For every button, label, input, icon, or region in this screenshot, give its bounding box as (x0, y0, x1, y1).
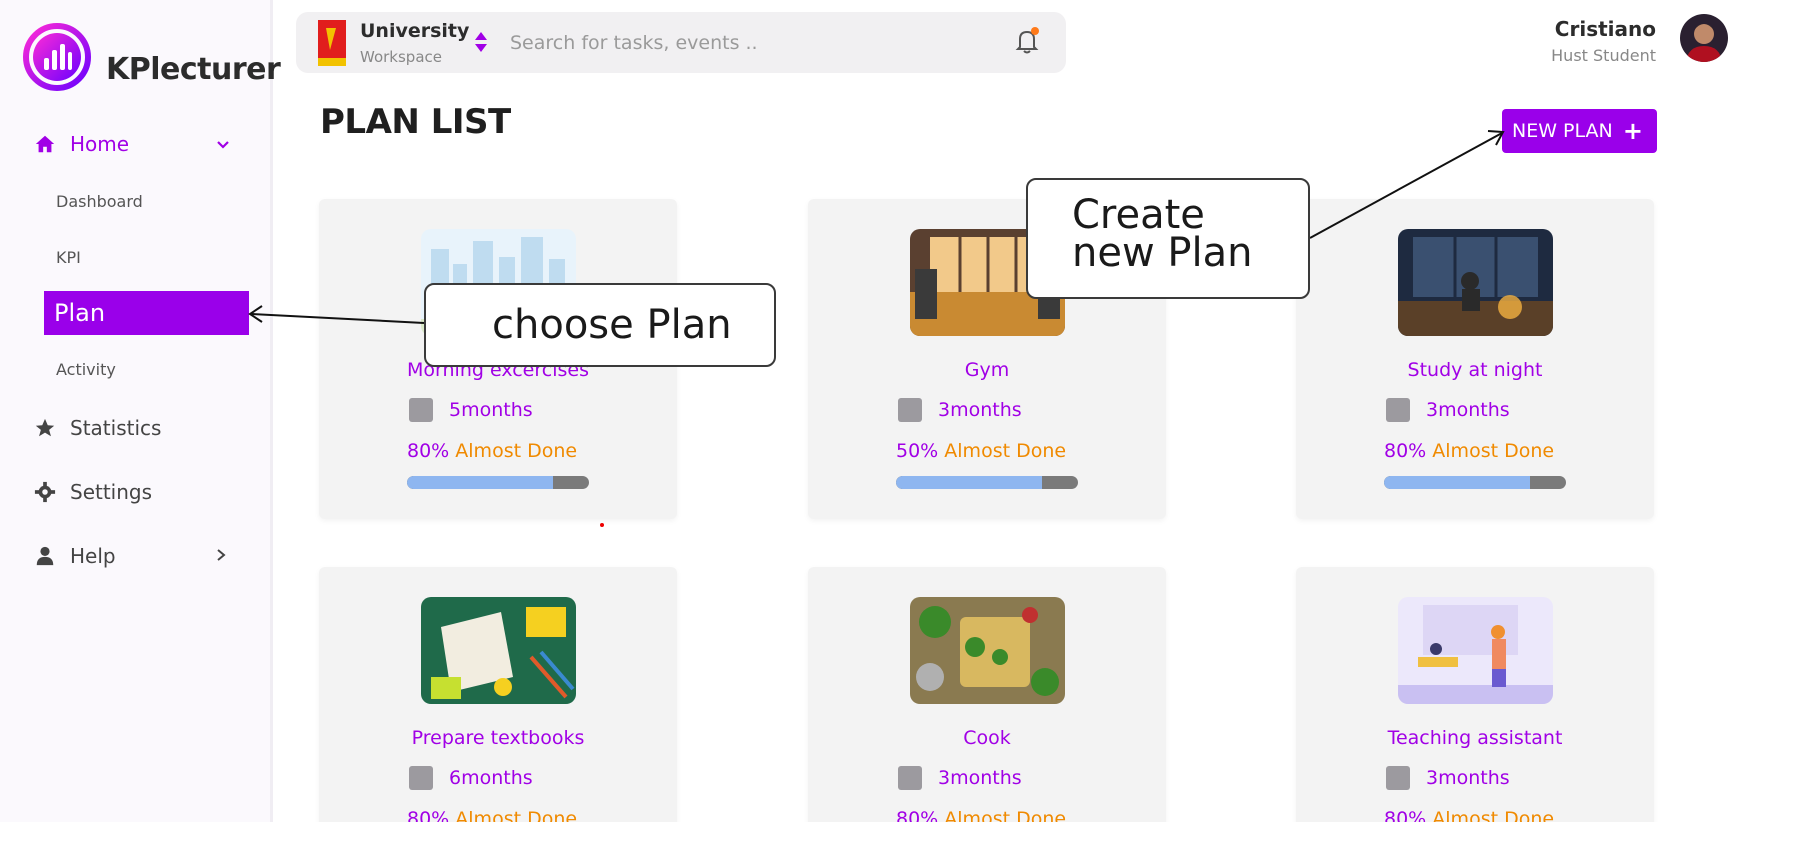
plan-thumbnail (910, 597, 1065, 704)
plan-progress-text: 80% Almost Done (1384, 440, 1554, 462)
plan-percent: 50% (896, 440, 939, 462)
plan-progress-bar (407, 476, 589, 489)
page-title: PLAN LIST (320, 102, 511, 142)
plan-duration: 6months (409, 766, 533, 790)
user-icon (36, 546, 54, 566)
plan-progress-text: 50% Almost Done (896, 440, 1066, 462)
sidebar-item-home[interactable]: Home (34, 132, 229, 156)
user-role: Hust Student (1551, 46, 1656, 65)
plan-progress-bar (1384, 476, 1566, 489)
sidebar-item-statistics[interactable]: Statistics (34, 416, 161, 440)
sidebar: KPlecturer Home Dashboard KPI Plan Activ… (0, 0, 281, 822)
plan-title: Prepare textbooks (411, 727, 585, 749)
clock-icon (898, 766, 922, 790)
plan-thumbnail (421, 597, 576, 704)
plan-thumbnail (1398, 597, 1553, 704)
plan-duration-value: 3months (1426, 767, 1510, 789)
plan-duration-value: 3months (938, 767, 1022, 789)
plan-progress-text: 80% Almost Done (1384, 808, 1554, 822)
callout-choose-plan: choose Plan (424, 283, 776, 367)
sidebar-item-label: Settings (70, 480, 153, 504)
workspace-logo-icon[interactable] (318, 20, 346, 66)
plan-duration-value: 3months (1426, 399, 1510, 421)
plan-progress-text: 80% Almost Done (407, 808, 577, 822)
plan-duration: 3months (898, 398, 1022, 422)
plan-duration-value: 6months (449, 767, 533, 789)
brand[interactable]: KPlecturer (22, 22, 281, 92)
plan-percent: 80% (896, 808, 939, 822)
plan-title: Teaching assistant (1387, 727, 1563, 749)
cursor-dot (600, 523, 604, 527)
plan-percent: 80% (1384, 440, 1427, 462)
sidebar-item-activity[interactable]: Activity (56, 360, 116, 379)
plan-title: Cook (963, 727, 1011, 749)
clock-icon (1386, 766, 1410, 790)
plan-percent: 80% (407, 808, 450, 822)
clock-icon (1386, 398, 1410, 422)
plus-icon: + (1622, 117, 1643, 145)
callout-create-new-plan: Create new Plan (1026, 178, 1310, 299)
plan-status: Almost Done (944, 440, 1067, 462)
gear-icon (34, 481, 56, 503)
plan-status: Almost Done (455, 440, 578, 462)
plan-card-study-at-night[interactable]: Study at night 3months 80% Almost Done (1296, 199, 1654, 519)
sidebar-item-plan[interactable]: Plan (44, 291, 249, 335)
workspace-name: University (360, 20, 470, 42)
workspace-switch-icon[interactable] (474, 31, 488, 53)
plan-status: Almost Done (1432, 808, 1555, 822)
plan-status: Almost Done (1432, 440, 1555, 462)
plan-title: Study at night (1407, 359, 1543, 381)
home-icon (35, 135, 55, 153)
plan-duration: 3months (1386, 398, 1510, 422)
plan-percent: 80% (1384, 808, 1427, 822)
clock-icon (409, 766, 433, 790)
plan-progress-text: 80% Almost Done (896, 808, 1066, 822)
clock-icon (409, 398, 433, 422)
clock-icon (898, 398, 922, 422)
sidebar-item-label: Home (70, 132, 130, 156)
plan-progress-text: 80% Almost Done (407, 440, 577, 462)
bell-icon[interactable] (1012, 26, 1042, 56)
sidebar-item-settings[interactable]: Settings (34, 480, 152, 504)
plan-duration: 3months (898, 766, 1022, 790)
plan-progress-fill (896, 476, 1042, 489)
plan-duration: 3months (1386, 766, 1510, 790)
chevron-right-icon[interactable] (214, 548, 228, 562)
plan-percent: 80% (407, 440, 450, 462)
plan-progress-fill (1384, 476, 1530, 489)
plan-card-teaching-assistant[interactable]: Teaching assistant 3months 80% Almost Do… (1296, 567, 1654, 822)
sidebar-item-label: Help (70, 544, 116, 568)
chevron-down-icon[interactable] (216, 138, 230, 152)
plan-progress-bar (896, 476, 1078, 489)
plan-duration-value: 3months (938, 399, 1022, 421)
sidebar-item-dashboard[interactable]: Dashboard (56, 192, 143, 211)
app-window: KPlecturer Home Dashboard KPI Plan Activ… (0, 0, 1796, 822)
plan-status: Almost Done (455, 808, 578, 822)
plan-status: Almost Done (944, 808, 1067, 822)
plan-card-prepare-textbooks[interactable]: Prepare textbooks 6months 80% Almost Don… (319, 567, 677, 822)
workspace-subtitle: Workspace (360, 48, 442, 66)
plan-duration: 5months (409, 398, 533, 422)
new-plan-button[interactable]: NEW PLAN + (1502, 109, 1657, 153)
new-plan-label: NEW PLAN (1512, 120, 1613, 142)
user-name: Cristiano (1554, 17, 1656, 41)
sidebar-item-kpi[interactable]: KPI (56, 248, 81, 267)
plan-card-cook[interactable]: Cook 3months 80% Almost Done (808, 567, 1166, 822)
plan-thumbnail (1398, 229, 1553, 336)
plan-progress-fill (407, 476, 553, 489)
plan-title: Gym (964, 359, 1010, 381)
topbar: University Workspace (296, 12, 1066, 73)
avatar[interactable] (1680, 14, 1728, 62)
search-input[interactable] (510, 26, 930, 60)
brand-logo-icon (23, 23, 91, 91)
brand-name: KPlecturer (106, 52, 281, 87)
sidebar-item-help[interactable]: Help (34, 544, 226, 568)
star-icon (35, 418, 55, 437)
sidebar-item-label: Statistics (70, 416, 162, 440)
plan-duration-value: 5months (449, 399, 533, 421)
